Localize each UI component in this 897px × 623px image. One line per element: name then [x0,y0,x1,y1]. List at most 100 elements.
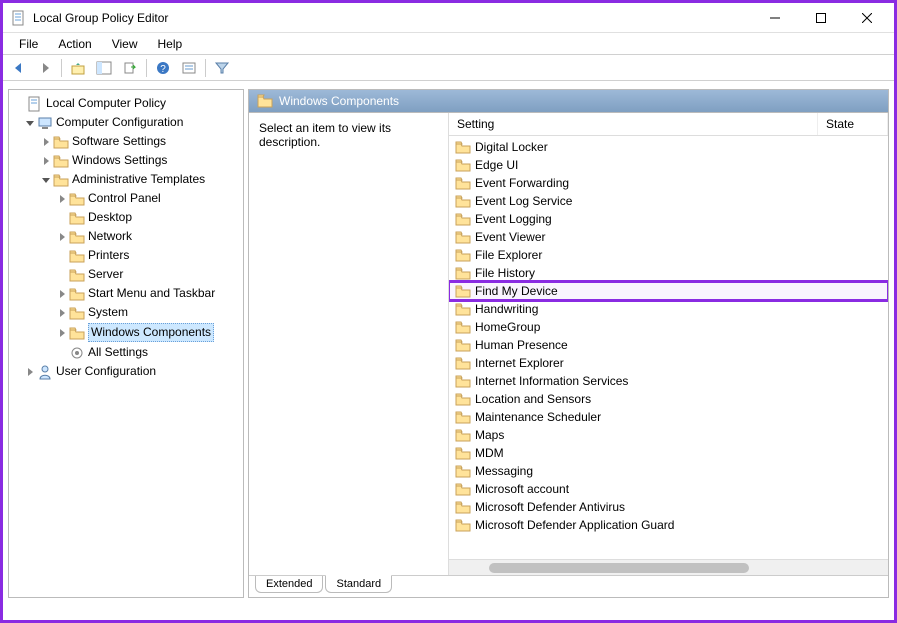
folder-icon [455,175,471,191]
help-button[interactable]: ? [151,57,175,79]
tree-node-label: Software Settings [72,133,166,150]
list-item-label: Microsoft Defender Antivirus [475,500,625,514]
list-item[interactable]: Internet Explorer [449,354,888,372]
up-folder-button[interactable] [66,57,90,79]
list-item[interactable]: Event Viewer [449,228,888,246]
list-item-label: Digital Locker [475,140,548,154]
list-item-label: HomeGroup [475,320,540,334]
twisty-icon[interactable] [39,137,53,147]
twisty-icon[interactable] [55,232,69,242]
list-item[interactable]: Edge UI [449,156,888,174]
folder-icon [455,247,471,263]
export-list-button[interactable] [118,57,142,79]
close-button[interactable] [844,3,890,33]
list-item[interactable]: Event Logging [449,210,888,228]
forward-button[interactable] [33,57,57,79]
folder-icon [257,93,273,109]
folder-icon [455,193,471,209]
list-item[interactable]: File History [449,264,888,282]
twisty-icon[interactable] [55,289,69,299]
twisty-icon[interactable] [39,175,53,185]
list-header: Setting State [449,113,888,136]
list-item[interactable]: Find My Device [449,282,888,300]
twisty-icon[interactable] [23,118,37,128]
tree-node[interactable]: Control Panel [9,189,243,208]
list-item[interactable]: Internet Information Services [449,372,888,390]
list-item[interactable]: Microsoft Defender Application Guard [449,516,888,534]
menubar: File Action View Help [3,33,894,55]
tree-node[interactable]: All Settings [9,343,243,362]
list-item[interactable]: Human Presence [449,336,888,354]
list-item[interactable]: Location and Sensors [449,390,888,408]
tree-node-label: Start Menu and Taskbar [88,285,215,302]
list-item[interactable]: Handwriting [449,300,888,318]
folder-icon [455,319,471,335]
menu-view[interactable]: View [102,35,148,53]
list-item[interactable]: Event Forwarding [449,174,888,192]
tree-node[interactable]: Network [9,227,243,246]
folder-icon [53,153,69,169]
tree-node-label: Desktop [88,209,132,226]
tab-extended[interactable]: Extended [255,576,323,593]
tree-node[interactable]: User Configuration [9,362,243,381]
back-button[interactable] [7,57,31,79]
list-item[interactable]: Event Log Service [449,192,888,210]
folder-icon [455,499,471,515]
tree-node[interactable]: Windows Components [9,322,243,343]
list-item-label: Handwriting [475,302,538,316]
folder-icon [53,134,69,150]
twisty-icon[interactable] [55,194,69,204]
menu-file[interactable]: File [9,35,48,53]
tree-node[interactable]: Windows Settings [9,151,243,170]
twisty-icon[interactable] [55,308,69,318]
list-column: Setting State Digital LockerEdge UIEvent… [449,113,888,575]
tree-node[interactable]: Printers [9,246,243,265]
tree-root[interactable]: Local Computer Policy [9,94,243,113]
list-item[interactable]: MDM [449,444,888,462]
tree-node[interactable]: Desktop [9,208,243,227]
menu-help[interactable]: Help [148,35,193,53]
twisty-icon[interactable] [39,156,53,166]
tab-standard[interactable]: Standard [325,575,392,593]
twisty-icon[interactable] [23,367,37,377]
bottom-tabs: Extended Standard [249,575,888,597]
list-item[interactable]: Maintenance Scheduler [449,408,888,426]
window-title: Local Group Policy Editor [33,11,752,25]
menu-action[interactable]: Action [48,35,101,53]
maximize-button[interactable] [798,3,844,33]
list-item[interactable]: Microsoft account [449,480,888,498]
tree-node[interactable]: Server [9,265,243,284]
list-item[interactable]: Microsoft Defender Antivirus [449,498,888,516]
list-item[interactable]: HomeGroup [449,318,888,336]
list-item[interactable]: File Explorer [449,246,888,264]
horizontal-scrollbar[interactable] [449,559,888,575]
list-item[interactable]: Digital Locker [449,138,888,156]
list-item-label: Location and Sensors [475,392,591,406]
filter-button[interactable] [210,57,234,79]
twisty-icon[interactable] [55,328,69,338]
computer-icon [37,115,53,131]
tree-node[interactable]: Computer Configuration [9,113,243,132]
column-state[interactable]: State [818,113,888,135]
tree-node[interactable]: System [9,303,243,322]
folder-icon [455,391,471,407]
list-body[interactable]: Digital LockerEdge UIEvent ForwardingEve… [449,136,888,559]
folder-icon [69,267,85,283]
folder-icon [455,463,471,479]
minimize-button[interactable] [752,3,798,33]
tree-node[interactable]: Start Menu and Taskbar [9,284,243,303]
tree-node-label: Control Panel [88,190,161,207]
folder-icon [53,172,69,188]
list-item[interactable]: Maps [449,426,888,444]
list-item-label: Internet Information Services [475,374,628,388]
folder-icon [455,157,471,173]
tree-panel[interactable]: Local Computer Policy Computer Configura… [8,89,244,598]
content-body: Select an item to view its description. … [249,112,888,575]
show-hide-tree-button[interactable] [92,57,116,79]
tree-node[interactable]: Administrative Templates [9,170,243,189]
folder-icon [455,427,471,443]
list-item[interactable]: Messaging [449,462,888,480]
tree-node[interactable]: Software Settings [9,132,243,151]
column-setting[interactable]: Setting [449,113,818,135]
properties-button[interactable] [177,57,201,79]
